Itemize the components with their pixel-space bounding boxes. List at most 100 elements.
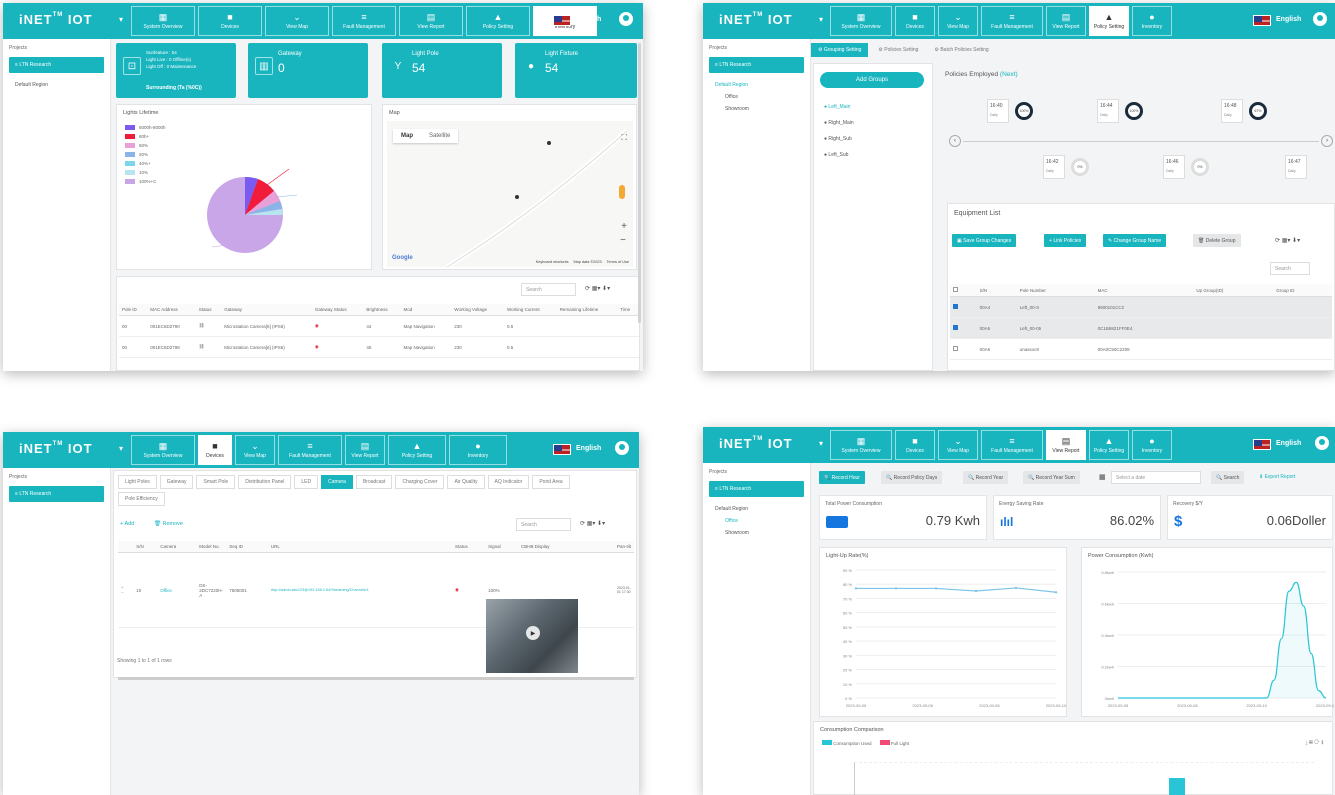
column-header[interactable]: Status — [195, 304, 222, 316]
map-tab-map[interactable]: Map — [393, 129, 421, 143]
timeline-policy[interactable]: 16:42 Daily — [1043, 155, 1065, 179]
user-avatar-icon[interactable] — [615, 441, 629, 455]
nav-system-overview[interactable]: ▦ System Overview — [131, 435, 195, 465]
nav-fault-management[interactable]: ≡ Fault Management — [332, 6, 396, 36]
project-button[interactable]: ≡ LTN Research — [9, 57, 104, 73]
record-policy-days-button[interactable]: 🔍 Record Policy Days — [881, 471, 943, 484]
map-terms-link[interactable]: Terms of Use — [607, 260, 629, 264]
cell-camera[interactable]: Office — [157, 552, 197, 628]
data-point[interactable] — [1054, 591, 1058, 594]
menu-toggle-icon[interactable]: ▾ — [819, 15, 823, 24]
nav-policy-setting[interactable]: ▲ Policy Setting — [1089, 6, 1129, 36]
horizontal-scrollbar[interactable] — [118, 677, 634, 680]
export-report-button[interactable]: ⬇ Export Report — [1259, 474, 1295, 480]
timeline-policy[interactable]: 16:47 Daily — [1285, 155, 1307, 179]
timeline-policy[interactable]: 16:40 Daily — [987, 99, 1009, 123]
table-tools[interactable]: ⟳ ▦▾ ⬇▾ — [585, 285, 610, 292]
group-item[interactable]: ● Right_Main — [824, 120, 854, 126]
column-header[interactable]: Brightness — [363, 304, 401, 316]
timeline-prev-button[interactable]: ‹ — [949, 135, 961, 147]
nav-view-map[interactable]: ⌄ View Map — [235, 435, 275, 465]
nav-policy-setting[interactable]: ▲ Policy Setting — [466, 6, 530, 36]
tab-device-type[interactable]: Light Poles — [118, 475, 157, 489]
data-point[interactable] — [934, 587, 938, 590]
column-header[interactable]: Model No. — [196, 541, 227, 553]
nav-view-map[interactable]: ⌄ View Map — [265, 6, 329, 36]
us-flag-icon[interactable] — [1253, 15, 1271, 26]
timeline-policy[interactable]: 16:48 Daily — [1221, 99, 1243, 123]
sidebar-item-showroom[interactable]: Showroom — [709, 103, 804, 115]
change-group-name-button[interactable]: ✎ Change Group Name — [1103, 234, 1167, 247]
tab-policies-setting[interactable]: ⚙ Policies Setting — [872, 43, 924, 57]
cell-url[interactable]: rtsp://admin:abc123@192.168.1.64/Streami… — [267, 552, 452, 628]
calendar-icon[interactable]: ▦ — [1099, 473, 1106, 481]
pegman-icon[interactable] — [619, 185, 625, 199]
nav-fault-management[interactable]: ≡ Fault Management — [981, 6, 1043, 36]
camera-preview[interactable]: ▶ — [486, 599, 578, 673]
data-point[interactable] — [974, 589, 978, 593]
column-header[interactable]: Pole Number — [1016, 284, 1095, 297]
language-selector[interactable]: English — [576, 445, 601, 452]
column-header[interactable]: Remaining Lifetime — [556, 304, 618, 316]
column-header[interactable]: Status — [451, 541, 486, 553]
sidebar-item-showroom[interactable]: Showroom — [709, 527, 804, 539]
project-button[interactable]: ≡ LTN Research — [9, 486, 104, 502]
search-input[interactable]: Search — [1270, 262, 1310, 275]
tab-device-type[interactable]: Pond Area — [532, 475, 570, 489]
row-checkbox[interactable] — [950, 296, 977, 318]
zoom-in-button[interactable]: + — [621, 221, 627, 232]
search-button[interactable]: 🔍 Search — [1211, 471, 1245, 484]
add-button[interactable]: + Add — [120, 521, 134, 527]
column-header[interactable]: Up Group(ID) — [1193, 284, 1274, 297]
column-header[interactable]: MAC — [1094, 284, 1194, 297]
date-input[interactable]: Select a date — [1111, 471, 1201, 484]
nav-policy-setting[interactable]: ▲ Policy Setting — [388, 435, 446, 465]
table-tools[interactable]: ⟳ ▦▾ ⬇▾ — [1275, 237, 1300, 244]
column-header[interactable]: Camera — [157, 541, 197, 553]
timeline-policy[interactable]: 16:44 Daily — [1097, 99, 1119, 123]
nav-fault-management[interactable]: ≡ Fault Management — [981, 430, 1043, 460]
column-header[interactable]: Gateway — [221, 304, 312, 316]
column-header[interactable]: CBHB Display — [517, 541, 614, 553]
us-flag-icon[interactable] — [553, 444, 571, 455]
legend-full-light[interactable]: Full Light — [879, 740, 909, 746]
language-selector[interactable]: English — [1276, 16, 1301, 23]
column-header[interactable]: S/N — [133, 541, 158, 553]
map-area[interactable]: Map Satellite ⛶ + − Google Keyboard shor… — [387, 121, 633, 267]
nav-system-overview[interactable]: ▦ System Overview — [830, 430, 892, 460]
nav-view-report[interactable]: ▤ View Report — [345, 435, 385, 465]
map-keyboard-shortcuts[interactable]: Keyboard shortcuts — [536, 260, 569, 264]
nav-devices[interactable]: ■ Devices — [895, 430, 935, 460]
nav-system-overview[interactable]: ▦ System Overview — [131, 6, 195, 36]
language-selector[interactable]: English — [576, 16, 601, 23]
tab-device-type[interactable]: Pole Efficiency — [118, 492, 165, 506]
tab-device-type[interactable]: Smart Pole — [196, 475, 236, 489]
menu-toggle-icon[interactable]: ▾ — [119, 15, 123, 24]
user-avatar-icon[interactable] — [1313, 12, 1327, 26]
project-button[interactable]: ≡ LTN Research — [709, 481, 804, 497]
legend-consumption[interactable]: Consumption Used — [822, 740, 872, 746]
tab-device-type[interactable]: Distribution Panel — [238, 475, 292, 489]
tab-device-type[interactable]: AQ Indicator — [487, 475, 530, 489]
column-header[interactable]: Seq ID — [226, 541, 268, 553]
group-item[interactable]: ● Left_Sub — [824, 152, 848, 158]
remove-button[interactable]: 🗑 Remove — [154, 521, 183, 527]
tab-batch-policies[interactable]: ⚙ Batch Policies Setting — [928, 43, 994, 57]
table-row[interactable]: 00A5 Left_00-05 0C1B6821FF0E4 — [950, 317, 1332, 339]
user-avatar-icon[interactable] — [1315, 436, 1329, 450]
nav-devices[interactable]: ■ Devices — [895, 6, 935, 36]
sidebar-item-office[interactable]: Office — [709, 91, 804, 103]
nav-inventory[interactable]: ●Inventory — [1132, 6, 1172, 36]
table-row[interactable]: 00 001EC6D2798 ⛓ Microstation Camera[6] (IP… — [119, 336, 639, 358]
nav-system-overview[interactable]: ▦ System Overview — [830, 6, 892, 36]
column-header[interactable]: Mod — [400, 304, 452, 316]
sidebar-item-default-region[interactable]: Default Region — [9, 79, 104, 91]
map-marker[interactable] — [547, 141, 551, 145]
nav-inventory[interactable]: ●Inventory — [449, 435, 507, 465]
table-row[interactable]: 00 001EC6D2790 ⛓ Microstation Camera[6] (IP… — [119, 315, 639, 337]
language-selector[interactable]: English — [1276, 440, 1301, 447]
select-all-checkbox[interactable] — [950, 284, 977, 297]
column-header[interactable]: Time — [617, 304, 639, 316]
nav-view-report[interactable]: ▤ View Report — [399, 6, 463, 36]
nav-devices[interactable]: ■ Devices — [198, 6, 262, 36]
